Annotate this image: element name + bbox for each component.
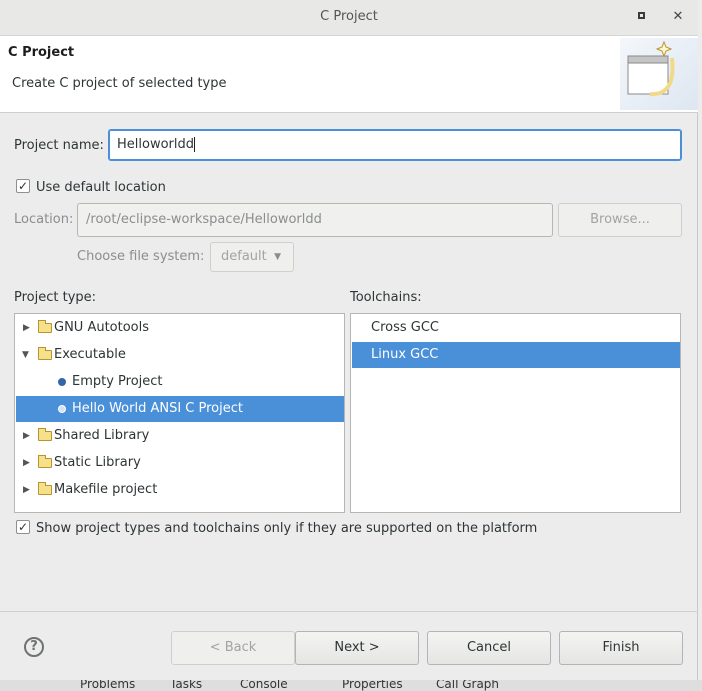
tree-item-label: GNU Autotools xyxy=(54,320,150,335)
project-type-label: Project type: xyxy=(14,290,97,305)
wizard-header: C Project Create C project of selected t… xyxy=(0,36,698,113)
project-type-tree: ▶ GNU Autotools ▼ Executable Empty Proje… xyxy=(14,313,345,513)
background-tab-problems[interactable]: Problems xyxy=(80,680,135,691)
folder-open-icon xyxy=(38,347,52,360)
use-default-location-checkbox[interactable]: ✓ xyxy=(16,179,30,193)
browse-button[interactable]: Browse... xyxy=(558,203,682,237)
tree-item-static-library[interactable]: ▶ Static Library xyxy=(16,450,344,476)
file-system-dropdown[interactable]: default ▼ xyxy=(210,242,294,272)
project-name-label: Project name: xyxy=(14,138,104,153)
tree-item-shared-library[interactable]: ▶ Shared Library xyxy=(16,423,344,449)
file-system-value: default xyxy=(221,249,267,264)
tree-item-label: Hello World ANSI C Project xyxy=(72,401,243,416)
wizard-banner-icon xyxy=(620,38,698,110)
finish-button[interactable]: Finish xyxy=(559,631,683,665)
background-tab-console[interactable]: Console xyxy=(240,680,288,691)
tree-item-label: Empty Project xyxy=(72,374,163,389)
expand-arrow-icon[interactable]: ▶ xyxy=(23,423,33,449)
folder-icon xyxy=(38,320,52,333)
toolchain-item-cross-gcc[interactable]: Cross GCC xyxy=(352,315,680,341)
use-default-location-label: Use default location xyxy=(36,180,166,195)
expand-arrow-icon[interactable]: ▶ xyxy=(23,477,33,503)
title-bar: C Project ✕ xyxy=(0,0,698,36)
maximize-button[interactable] xyxy=(634,10,648,24)
show-supported-only-checkbox[interactable]: ✓ xyxy=(16,520,30,534)
text-cursor xyxy=(194,137,195,152)
footer-separator xyxy=(0,611,698,612)
header-description: Create C project of selected type xyxy=(12,76,227,91)
tree-item-empty-project[interactable]: Empty Project xyxy=(16,369,344,395)
location-input[interactable]: /root/eclipse-workspace/Helloworldd xyxy=(77,203,553,237)
window-title: C Project xyxy=(320,9,378,24)
project-template-icon xyxy=(58,405,66,413)
folder-icon xyxy=(38,428,52,441)
checkmark-icon: ✓ xyxy=(17,179,29,193)
tree-item-label: Shared Library xyxy=(54,428,150,443)
tree-item-label: Static Library xyxy=(54,455,141,470)
toolchains-label: Toolchains: xyxy=(350,290,422,305)
toolchains-list: Cross GCC Linux GCC xyxy=(350,313,681,513)
next-button[interactable]: Next > xyxy=(295,631,419,665)
background-tab-call-graph[interactable]: Call Graph xyxy=(436,680,499,691)
close-button[interactable]: ✕ xyxy=(671,10,685,24)
collapse-arrow-icon[interactable]: ▼ xyxy=(22,342,32,368)
project-name-value: Helloworldd xyxy=(117,137,194,152)
tree-item-label: Executable xyxy=(54,347,126,362)
project-name-input[interactable]: Helloworldd xyxy=(108,129,682,161)
help-icon[interactable]: ? xyxy=(24,637,44,657)
background-view-tabs: Problems Tasks Console Properties Call G… xyxy=(0,680,702,691)
header-title: C Project xyxy=(8,45,75,60)
expand-arrow-icon[interactable]: ▶ xyxy=(23,450,33,476)
folder-icon xyxy=(38,482,52,495)
maximize-icon xyxy=(637,11,645,19)
expand-arrow-icon[interactable]: ▶ xyxy=(23,315,33,341)
tree-item-executable[interactable]: ▼ Executable xyxy=(16,342,344,368)
location-value: /root/eclipse-workspace/Helloworldd xyxy=(86,212,322,227)
dropdown-arrow-icon: ▼ xyxy=(274,252,281,262)
folder-icon xyxy=(38,455,52,468)
location-label: Location: xyxy=(14,212,74,227)
cancel-button[interactable]: Cancel xyxy=(427,631,551,665)
checkmark-icon: ✓ xyxy=(17,520,29,534)
background-tab-tasks[interactable]: Tasks xyxy=(170,680,202,691)
tree-item-makefile-project[interactable]: ▶ Makefile project xyxy=(16,477,344,503)
close-icon: ✕ xyxy=(672,9,684,24)
project-template-icon xyxy=(58,378,66,386)
background-tab-properties[interactable]: Properties xyxy=(342,680,403,691)
back-button[interactable]: < Back xyxy=(171,631,295,665)
tree-item-hello-world[interactable]: Hello World ANSI C Project xyxy=(16,396,344,422)
c-project-dialog: C Project ✕ C Project Create C project o… xyxy=(0,0,698,680)
show-supported-only-label: Show project types and toolchains only i… xyxy=(36,521,538,536)
toolchain-item-linux-gcc[interactable]: Linux GCC xyxy=(352,342,680,368)
file-system-label: Choose file system: xyxy=(77,249,205,264)
tree-item-gnu-autotools[interactable]: ▶ GNU Autotools xyxy=(16,315,344,341)
tree-item-label: Makefile project xyxy=(54,482,158,497)
